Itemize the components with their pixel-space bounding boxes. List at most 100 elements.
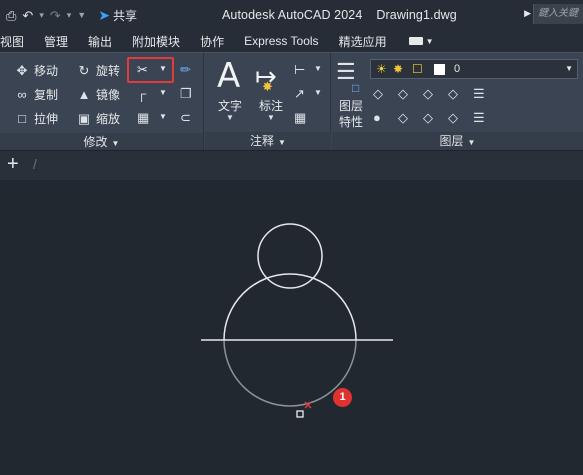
layer-tool-2-icon[interactable]: ◇ — [398, 86, 408, 102]
layer-tool-8-icon[interactable]: ◇ — [423, 110, 433, 126]
dimension-dropdown-icon[interactable]: ▼ — [267, 113, 275, 122]
mirror-icon: ▲ — [77, 87, 91, 102]
offset-icon[interactable]: ⊂ — [180, 110, 191, 126]
layer-freeze-icon[interactable]: ✸ — [393, 62, 403, 76]
rotate-button[interactable]: ↻ 旋转 — [76, 62, 120, 79]
layer-color-swatch[interactable] — [434, 64, 445, 75]
modify-panel-expand-icon: ▼ — [111, 139, 120, 148]
layer-properties-label-1[interactable]: 图层 — [337, 97, 365, 114]
mirror-label: 镜像 — [96, 88, 121, 102]
array-dropdown-icon[interactable]: ▼ — [159, 112, 167, 121]
modify-panel: ✥ 移动 ↻ 旋转 ∞ 复制 ▲ 镜像 □ 拉伸 ▣ 缩放 ✂ ▼ ✏ ┌ ▼ … — [0, 53, 204, 151]
layer-tool-5-icon[interactable]: ☰ — [473, 86, 485, 102]
document-tab-bar: + / — [0, 150, 583, 180]
layer-on-icon[interactable]: ☀ — [376, 62, 387, 76]
stretch-icon: □ — [18, 111, 26, 126]
current-layer-name: 0 — [454, 63, 461, 75]
app-title: Autodesk AutoCAD 2024 — [222, 8, 363, 22]
dimension-tool-label[interactable]: 标注 — [256, 97, 286, 114]
copy-icon: ∞ — [17, 87, 27, 102]
text-tool-icon[interactable]: A — [217, 59, 240, 93]
stretch-button[interactable]: □ 拉伸 — [14, 110, 58, 127]
move-icon: ✥ — [16, 62, 28, 78]
array-icon[interactable]: ▦ — [137, 110, 149, 126]
layer-properties-label-2[interactable]: 特性 — [337, 113, 365, 130]
layer-dropdown[interactable]: ☀ ✸ ☐ 0 ▼ — [370, 59, 578, 79]
panel-toggle-icon[interactable] — [408, 37, 423, 45]
layer-tool-3-icon[interactable]: ◇ — [423, 86, 433, 102]
tab-collaborate[interactable]: 协作 — [200, 33, 224, 50]
undo-dropdown-icon[interactable]: ▾ — [39, 10, 44, 21]
tab-output[interactable]: 输出 — [88, 33, 112, 50]
ribbon-tabs: 视图 管理 输出 附加模块 协作 Express Tools 精选应用 ▼ — [0, 30, 583, 52]
layer-tool-9-icon[interactable]: ◇ — [448, 110, 458, 126]
leader-icon[interactable]: ↗ — [294, 86, 305, 102]
layer-tool-1-icon[interactable]: ◇ — [373, 86, 383, 102]
leader-dropdown-icon[interactable]: ▼ — [314, 88, 322, 97]
body-arc-upper[interactable] — [223, 273, 357, 341]
share-button[interactable]: ➤ 共享 — [98, 7, 137, 24]
fillet-dropdown-icon[interactable]: ▼ — [159, 88, 167, 97]
window-title: Autodesk AutoCAD 2024 Drawing1.dwg — [222, 8, 457, 22]
stretch-label: 拉伸 — [34, 112, 59, 126]
tab-addins[interactable]: 附加模块 — [132, 33, 180, 50]
rotate-icon: ↻ — [78, 62, 90, 78]
move-button[interactable]: ✥ 移动 — [14, 62, 58, 79]
tab-separator: / — [33, 156, 37, 172]
layer-lock-icon[interactable]: ☐ — [412, 62, 423, 76]
quick-access-toolbar: ⎙ ↶ ▾ ↷ ▾ ▼ ➤ 共享 — [0, 7, 137, 24]
linear-dim-dropdown-icon[interactable]: ▼ — [314, 64, 322, 73]
search-arrow-icon[interactable]: ▶ — [524, 8, 531, 19]
document-name: Drawing1.dwg — [376, 8, 457, 22]
mirror-button[interactable]: ▲ 镜像 — [76, 86, 120, 103]
title-bar: ⎙ ↶ ▾ ↷ ▾ ▼ ➤ 共享 Autodesk AutoCAD 2024 Dr… — [0, 0, 583, 30]
scale-button[interactable]: ▣ 缩放 — [76, 110, 120, 127]
tab-view[interactable]: 视图 — [0, 33, 24, 50]
share-label: 共享 — [112, 8, 137, 23]
copy-label: 复制 — [34, 88, 59, 102]
annotation-panel-title: 注释 — [250, 134, 275, 148]
pickbox-cursor — [296, 410, 304, 418]
callout-badge: 1 — [333, 388, 352, 407]
customize-qat-icon[interactable]: ▼ — [77, 10, 86, 20]
layer-tool-7-icon[interactable]: ◇ — [398, 110, 408, 126]
text-dropdown-icon[interactable]: ▼ — [226, 113, 234, 122]
annotation-panel-footer[interactable]: 注释 ▼ — [205, 132, 331, 150]
trim-highlight — [127, 57, 174, 83]
layers-panel-footer[interactable]: 图层 ▼ — [332, 132, 583, 150]
ribbon: ✥ 移动 ↻ 旋转 ∞ 复制 ▲ 镜像 □ 拉伸 ▣ 缩放 ✂ ▼ ✏ ┌ ▼ … — [0, 52, 583, 151]
layer-tool-6-icon[interactable]: ● — [373, 110, 381, 125]
trim-dropdown-icon[interactable]: ▼ — [159, 64, 167, 73]
redo-icon[interactable]: ↷ — [50, 9, 61, 22]
modify-panel-footer[interactable]: 修改 ▼ — [0, 133, 203, 151]
explode-icon[interactable]: ❐ — [180, 86, 192, 102]
layer-tool-4-icon[interactable]: ◇ — [448, 86, 458, 102]
fillet-icon[interactable]: ┌ — [137, 86, 146, 101]
search-input[interactable]: 鍵入关鍵 — [533, 4, 583, 24]
trim-icon[interactable]: ✂ — [137, 62, 148, 78]
tab-featured-apps[interactable]: 精选应用 — [339, 33, 387, 50]
copy-button[interactable]: ∞ 复制 — [14, 86, 58, 103]
table-icon[interactable]: ▦ — [294, 110, 306, 126]
tab-express-tools[interactable]: Express Tools — [244, 34, 318, 48]
drawing-svg — [201, 223, 393, 418]
new-tab-icon[interactable]: + — [7, 154, 19, 174]
panel-toggle-dropdown-icon[interactable]: ▼ — [426, 37, 434, 46]
drawing-canvas[interactable]: 1 — [0, 180, 583, 475]
layer-properties-badge-icon: □ — [352, 81, 360, 95]
modify-panel-title: 修改 — [83, 135, 108, 149]
layer-tool-10-icon[interactable]: ☰ — [473, 110, 485, 126]
dimension-sun-icon: ✸ — [262, 79, 273, 94]
erase-icon[interactable]: ✏ — [180, 62, 191, 78]
undo-icon[interactable]: ↶ — [22, 9, 33, 22]
rotate-label: 旋转 — [96, 64, 121, 78]
linear-dim-icon[interactable]: ⊢ — [294, 62, 305, 78]
redo-dropdown-icon[interactable]: ▾ — [67, 10, 72, 21]
print-icon[interactable]: ⎙ — [6, 9, 16, 22]
layer-dropdown-arrow-icon[interactable]: ▼ — [565, 64, 573, 73]
move-label: 移动 — [34, 64, 59, 78]
layers-panel-title: 图层 — [439, 134, 464, 148]
text-tool-label[interactable]: 文字 — [217, 97, 243, 114]
layers-panel-expand-icon: ▼ — [467, 138, 476, 147]
tab-manage[interactable]: 管理 — [44, 33, 68, 50]
